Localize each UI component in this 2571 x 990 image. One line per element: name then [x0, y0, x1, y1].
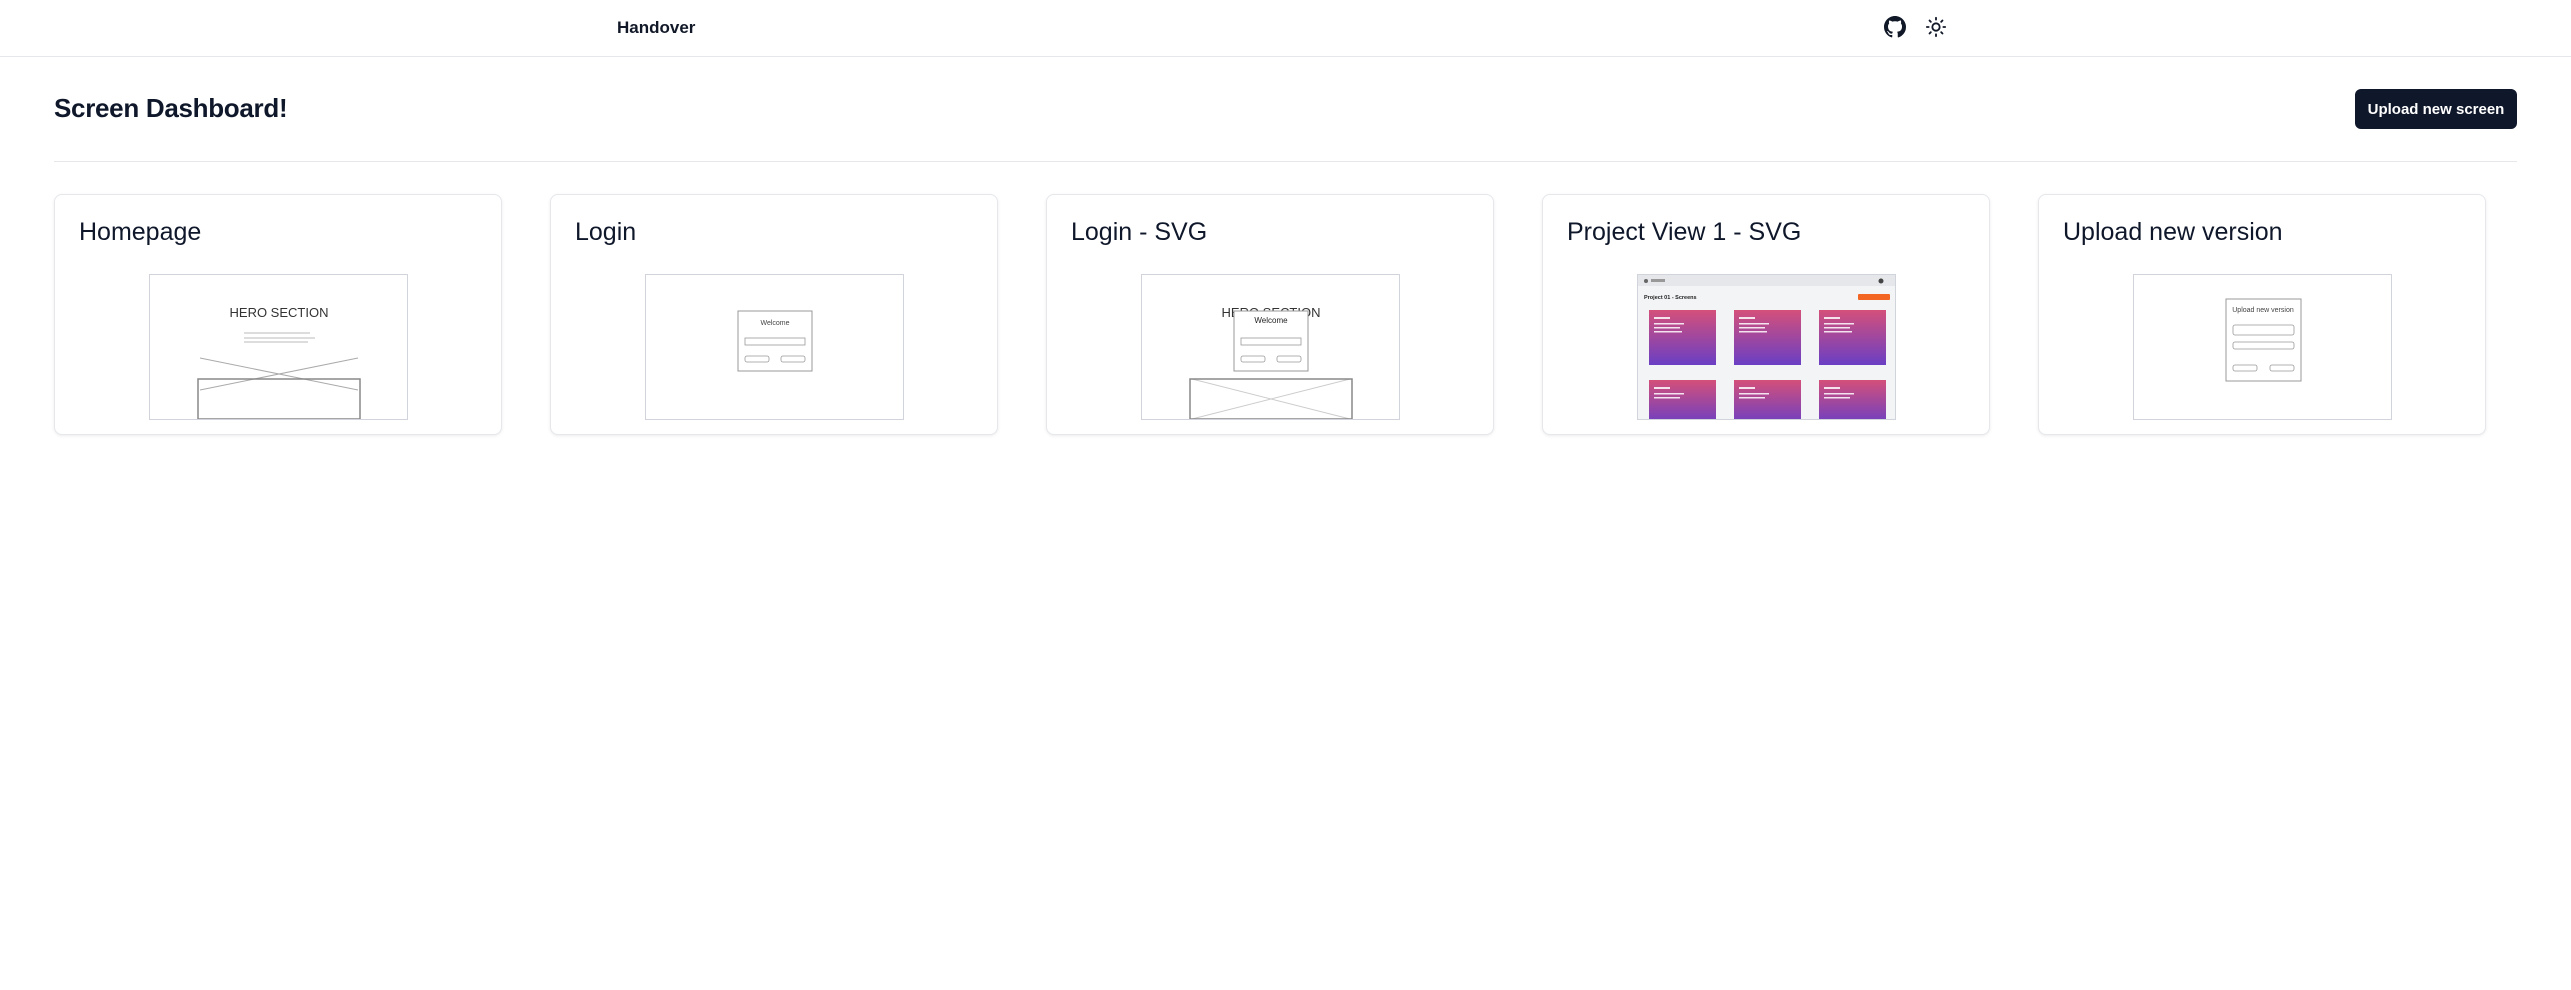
screen-preview-thumbnail: Upload new version — [2133, 274, 2392, 420]
screen-card-title: Login — [575, 218, 637, 246]
upload-new-screen-button[interactable]: Upload new screen — [2355, 89, 2517, 129]
screen-preview-thumbnail: Project 01 - Screens — [1637, 274, 1896, 420]
screen-card-title: Upload new version — [2063, 218, 2283, 246]
brand-name[interactable]: Handover — [617, 17, 695, 39]
screen-card-login[interactable]: Login Welcome — [550, 194, 998, 435]
screen-card-homepage[interactable]: Homepage HERO SECTION — [54, 194, 502, 435]
screen-card-upload-new-version[interactable]: Upload new version Upload new version — [2038, 194, 2486, 435]
screen-card-project-view[interactable]: Project View 1 - SVG Project 01 - Screen… — [1542, 194, 1990, 435]
page-title: Screen Dashboard! — [54, 93, 288, 123]
github-icon[interactable] — [1883, 15, 1907, 39]
top-navbar: Handover — [0, 0, 2571, 57]
screen-card-title: Project View 1 - SVG — [1567, 218, 1802, 246]
preview-welcome-text: Welcome — [760, 320, 789, 327]
screen-card-title: Login - SVG — [1071, 218, 1208, 246]
screen-preview-thumbnail: HERO SECTION — [149, 274, 408, 420]
divider — [54, 161, 2517, 162]
preview-welcome-text: Welcome — [1254, 316, 1288, 325]
preview-hero-text: HERO SECTION — [230, 305, 329, 320]
screen-card-login-svg[interactable]: Login - SVG HERO SECTION Welcome — [1046, 194, 1494, 435]
preview-project-title: Project 01 - Screens — [1644, 295, 1697, 301]
preview-upload-text: Upload new version — [2232, 307, 2294, 314]
screen-preview-thumbnail: Welcome — [645, 274, 904, 420]
screen-card-title: Homepage — [79, 218, 202, 246]
screen-preview-thumbnail: HERO SECTION Welcome — [1141, 274, 1400, 420]
sun-icon[interactable] — [1924, 15, 1948, 39]
